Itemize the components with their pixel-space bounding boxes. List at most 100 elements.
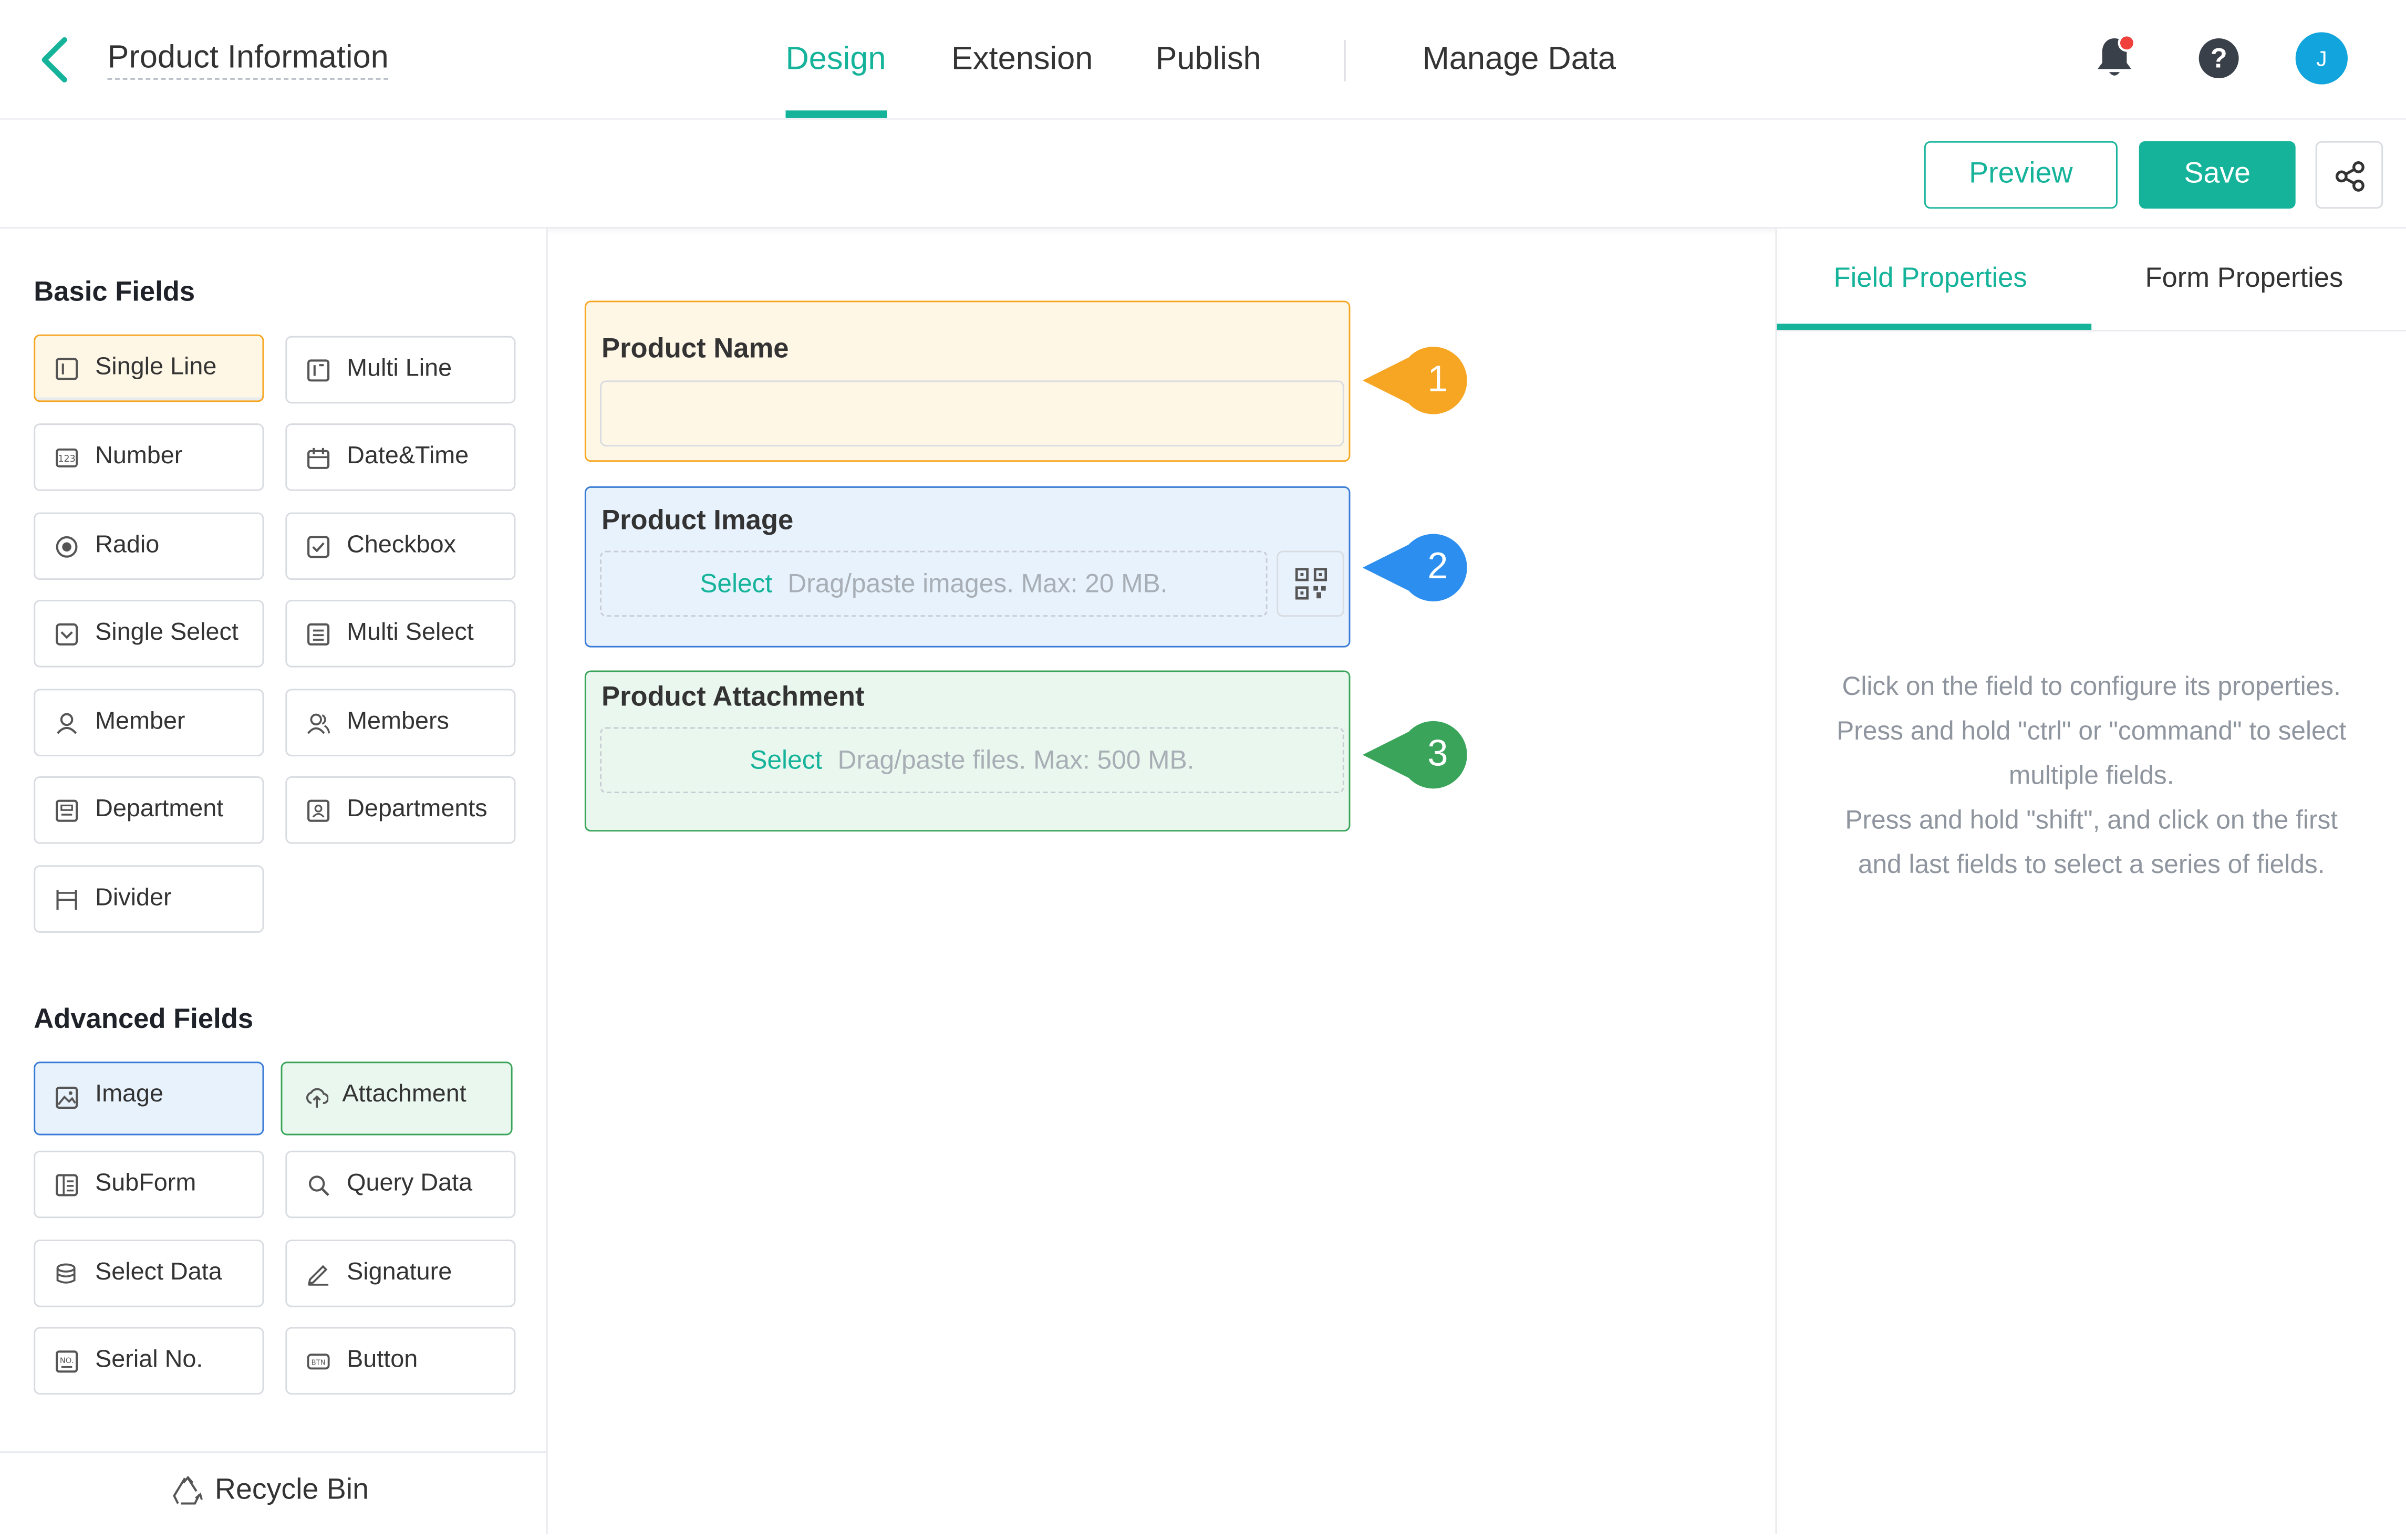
field-card-label: Product Attachment — [602, 681, 865, 712]
callout-number: 2 — [1427, 546, 1448, 588]
app-title[interactable]: Product Information — [107, 40, 389, 80]
dropzone-hint: Drag/paste files. Max: 500 MB. — [837, 745, 1195, 775]
tab-publish[interactable]: Publish — [1155, 40, 1261, 80]
share-icon — [2335, 161, 2364, 192]
nav-divider — [1344, 39, 1346, 81]
active-tab-indicator — [1777, 324, 2092, 330]
hint-line: and last fields to select a series of fi… — [1858, 850, 2325, 879]
multi-select-icon — [307, 623, 330, 646]
recycle-icon — [173, 1475, 203, 1505]
share-button[interactable] — [2315, 141, 2383, 209]
back-arrow-icon[interactable] — [34, 34, 80, 86]
toolbar: Preview Save — [0, 121, 2406, 229]
tab-design[interactable]: Design — [786, 40, 886, 80]
tab-form-properties[interactable]: Form Properties — [2145, 262, 2343, 294]
field-label: Multi Select — [347, 620, 474, 646]
qr-code-icon — [1295, 568, 1328, 600]
field-card-label: Product Image — [602, 504, 794, 536]
field-single-select[interactable]: Single Select — [34, 600, 264, 668]
field-departments[interactable]: Departments — [285, 776, 516, 844]
select-link[interactable]: Select — [700, 569, 772, 598]
field-label: Member — [95, 709, 185, 735]
svg-text:123: 123 — [58, 454, 75, 464]
save-button[interactable]: Save — [2139, 141, 2296, 209]
field-image[interactable]: Image — [34, 1062, 264, 1136]
field-serial-no[interactable]: NO. Serial No. — [34, 1327, 264, 1395]
field-member[interactable]: Member — [34, 689, 264, 757]
field-subform[interactable]: SubForm — [34, 1150, 264, 1219]
field-label: Radio — [95, 532, 160, 559]
field-label: Divider — [95, 885, 172, 912]
field-multi-line[interactable]: Multi Line — [285, 336, 516, 404]
field-members[interactable]: Members — [285, 689, 516, 757]
field-number[interactable]: 123 Number — [34, 423, 264, 491]
field-radio[interactable]: Radio — [34, 512, 264, 580]
field-department[interactable]: Department — [34, 776, 264, 844]
upload-cloud-icon — [306, 1088, 329, 1108]
hint-line: Press and hold "shift", and click on the… — [1845, 805, 2338, 835]
field-palette: Basic Fields Single Line Multi Line 123 … — [0, 228, 548, 1534]
calendar-icon — [307, 448, 330, 469]
avatar[interactable]: J — [2295, 32, 2348, 85]
button-icon: BTN — [307, 1354, 330, 1370]
tab-manage-data[interactable]: Manage Data — [1423, 40, 1616, 80]
radio-icon — [56, 536, 78, 558]
field-card-product-name[interactable]: Product Name — [584, 300, 1351, 462]
single-line-icon — [56, 358, 78, 380]
field-label: Query Data — [347, 1170, 473, 1197]
number-icon: 123 — [56, 448, 78, 467]
single-select-icon — [56, 623, 78, 646]
tab-field-properties[interactable]: Field Properties — [1833, 262, 2027, 294]
field-divider[interactable]: Divider — [34, 865, 264, 933]
callout-badge-1-text-wrap: 1 — [1363, 345, 1467, 415]
field-checkbox[interactable]: Checkbox — [285, 512, 516, 580]
app-root: Product Information Design Extension Pub… — [0, 0, 2406, 1540]
callout-badge-2-text-wrap: 2 — [1363, 533, 1467, 603]
properties-hint: Click on the field to configure its prop… — [1777, 664, 2406, 887]
bell-icon[interactable] — [2093, 34, 2136, 80]
field-label: Serial No. — [95, 1347, 203, 1373]
preview-button[interactable]: Preview — [1924, 141, 2118, 209]
query-data-icon — [308, 1175, 329, 1196]
member-icon — [56, 713, 77, 734]
field-multi-select[interactable]: Multi Select — [285, 600, 516, 668]
field-label: Checkbox — [347, 532, 456, 559]
departments-icon — [307, 799, 330, 822]
field-date-time[interactable]: Date&Time — [285, 423, 516, 491]
image-icon — [56, 1086, 78, 1109]
field-label: Attachment — [342, 1081, 466, 1108]
recycle-bin-button[interactable]: Recycle Bin — [172, 1474, 369, 1508]
select-link[interactable]: Select — [750, 746, 822, 775]
recycle-bin-label: Recycle Bin — [214, 1474, 369, 1507]
checkbox-icon — [307, 536, 330, 558]
callout-number: 1 — [1427, 359, 1448, 401]
tab-extension[interactable]: Extension — [951, 40, 1093, 80]
active-tab-indicator — [785, 110, 887, 118]
image-dropzone[interactable]: Select Drag/paste images. Max: 20 MB. — [600, 550, 1268, 617]
svg-text:NO.: NO. — [60, 1356, 74, 1365]
file-dropzone[interactable]: Select Drag/paste files. Max: 500 MB. — [600, 727, 1344, 794]
pen-icon — [308, 1265, 329, 1286]
callout-badge-3-text-wrap: 3 — [1363, 720, 1467, 790]
field-single-line[interactable]: Single Line — [34, 334, 264, 402]
field-label: Single Select — [95, 620, 238, 646]
multi-line-icon — [307, 359, 330, 382]
field-label: Department — [95, 796, 224, 823]
field-select-data[interactable]: Select Data — [34, 1240, 264, 1307]
help-icon[interactable]: ? — [2198, 38, 2239, 78]
field-label: Button — [347, 1347, 418, 1373]
qr-code-button[interactable] — [1277, 550, 1344, 617]
field-signature[interactable]: Signature — [285, 1240, 516, 1307]
field-button[interactable]: BTN Button — [285, 1327, 516, 1395]
field-card-product-image[interactable]: Product Image Select Drag/paste images. M… — [584, 486, 1351, 648]
basic-fields-title: Basic Fields — [34, 276, 195, 307]
field-query-data[interactable]: Query Data — [285, 1150, 516, 1219]
properties-panel: Field Properties Form Properties Click o… — [1775, 228, 2406, 1534]
field-label: Date&Time — [347, 443, 469, 470]
field-attachment[interactable]: Attachment — [281, 1062, 513, 1136]
svg-text:BTN: BTN — [312, 1359, 326, 1367]
field-label: Single Line — [95, 354, 217, 381]
product-name-input[interactable] — [600, 380, 1344, 446]
field-card-product-attachment[interactable]: Product Attachment Select Drag/paste file… — [584, 670, 1351, 832]
callout-number: 3 — [1427, 733, 1448, 775]
